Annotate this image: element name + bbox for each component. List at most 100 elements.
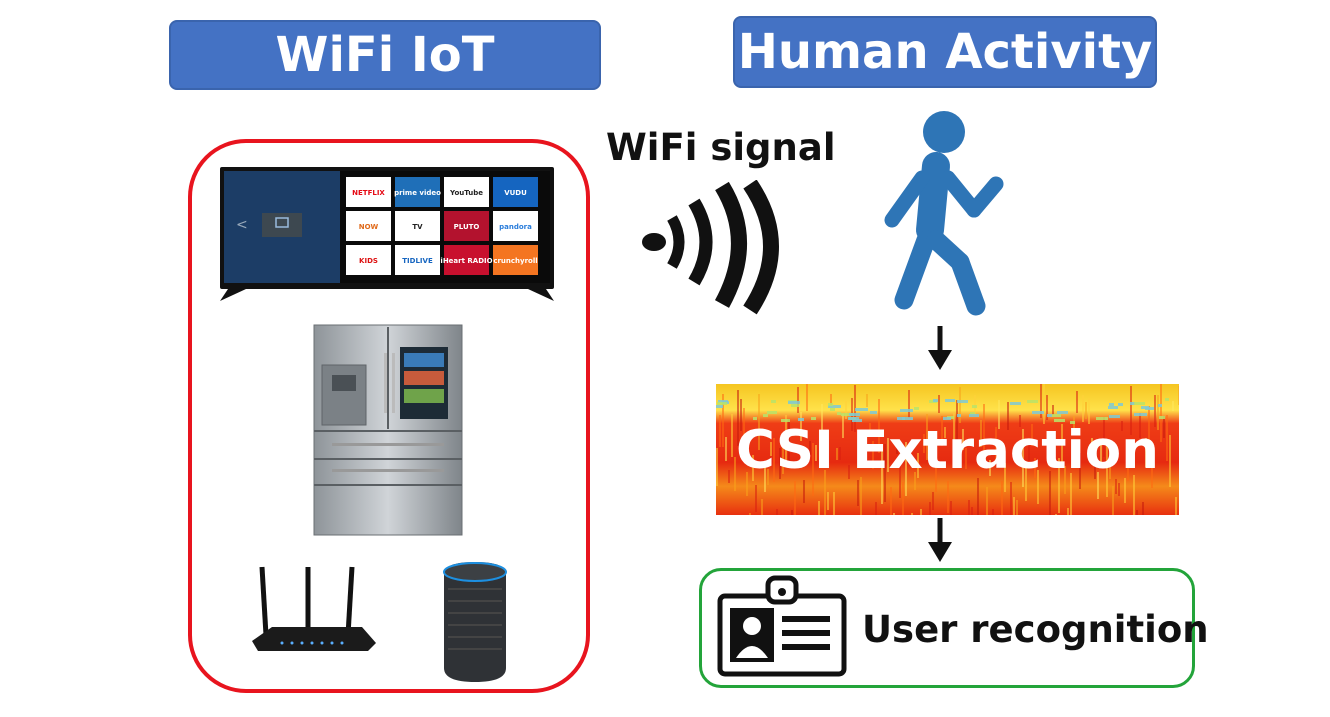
tv-app-label: pandora <box>499 223 532 231</box>
tv-app-label: TIDLIVE <box>402 257 433 265</box>
csi-streak <box>908 390 910 418</box>
csi-streak <box>794 481 796 515</box>
walking-person-icon <box>884 111 1004 316</box>
csi-streak <box>959 387 961 423</box>
csi-streak <box>1067 508 1069 515</box>
csi-streak <box>920 509 922 515</box>
csi-speckle <box>1158 404 1162 407</box>
csi-streak <box>797 387 799 413</box>
csi-streak <box>986 487 988 515</box>
csi-streak <box>833 492 835 515</box>
csi-speckle <box>1027 400 1038 403</box>
csi-streak <box>929 502 931 515</box>
csi-streak <box>1013 497 1015 515</box>
csi-speckle <box>933 399 938 402</box>
csi-streak <box>875 502 877 515</box>
csi-streak <box>932 492 934 510</box>
smart-speaker-image <box>443 562 507 682</box>
csi-speckle <box>830 408 835 411</box>
csi-streak <box>1175 497 1177 515</box>
wifi-signal-label: WiFi signal <box>606 126 836 169</box>
csi-speckle <box>855 408 868 411</box>
csi-speckle <box>1010 402 1021 405</box>
csi-speckle <box>1109 403 1114 406</box>
csi-streak <box>911 513 913 515</box>
csi-streak <box>890 487 892 515</box>
tv-app-label: PLUTO <box>454 223 480 231</box>
csi-streak <box>1178 386 1179 405</box>
tv-app-label: YouTube <box>449 189 483 197</box>
csi-streak <box>992 509 994 515</box>
csi-extraction-label: CSI Extraction <box>736 420 1159 481</box>
wifi-router-image <box>252 566 376 651</box>
tv-app-label: crunchyroll <box>493 257 537 265</box>
smart-tv-image: < NETFLIX prime video YouTube VUDU NOW TV PLUT… <box>220 167 554 301</box>
csi-streak <box>947 481 949 513</box>
csi-streak <box>893 513 895 515</box>
csi-streak <box>1010 482 1012 515</box>
csi-streak <box>761 499 763 515</box>
csi-speckle <box>1159 416 1165 419</box>
csi-streak <box>1136 510 1138 515</box>
csi-streak <box>866 394 868 407</box>
devices-title: WiFi IoT Devices <box>169 20 601 149</box>
id-badge-icon <box>717 575 847 677</box>
tv-app-label: VUDU <box>504 189 527 197</box>
csi-speckle <box>1109 415 1120 418</box>
wifi-signal-icon <box>642 180 779 315</box>
csi-speckle <box>788 401 800 404</box>
user-recognition-label: User recognition <box>862 608 1209 651</box>
csi-speckle <box>763 414 768 417</box>
csi-speckle <box>945 399 955 402</box>
csi-speckle <box>837 412 841 415</box>
csi-speckle <box>914 407 919 410</box>
tv-app-label: NOW <box>359 223 379 231</box>
smart-fridge-image <box>313 324 463 536</box>
csi-streak <box>860 477 862 515</box>
csi-speckle <box>969 414 979 417</box>
csi-streak <box>1085 402 1087 419</box>
tv-app-label: TV <box>412 223 423 231</box>
csi-speckle <box>771 400 776 403</box>
csi-speckle <box>870 411 877 414</box>
csi-speckle <box>1057 411 1068 414</box>
csi-streak <box>1043 384 1045 424</box>
csi-speckle <box>1032 411 1044 414</box>
csi-speckle <box>1108 406 1118 409</box>
csi-speckle <box>1118 403 1123 406</box>
csi-streak <box>1076 391 1078 413</box>
csi-streak <box>1124 478 1126 503</box>
csi-streak <box>845 401 847 419</box>
csi-streak <box>971 507 973 515</box>
csi-streak <box>1118 483 1120 496</box>
tv-app-label: iHeart RADIO <box>440 257 492 265</box>
csi-streak <box>806 384 808 411</box>
csi-streak <box>1133 475 1135 515</box>
csi-speckle <box>900 409 913 412</box>
activity-title: Human Activity <box>733 16 1157 88</box>
csi-speckle <box>1134 402 1145 405</box>
csi-speckle <box>957 414 961 417</box>
csi-streak <box>1112 486 1114 515</box>
csi-speckle <box>791 404 799 407</box>
tv-app-label: KIDS <box>359 257 378 265</box>
csi-streak <box>1142 502 1144 515</box>
csi-streak <box>818 501 820 515</box>
csi-speckle <box>1047 414 1052 417</box>
csi-streak <box>749 513 751 515</box>
csi-streak <box>1055 514 1057 515</box>
tv-app-label: NETFLIX <box>352 189 385 197</box>
csi-streak <box>1172 401 1174 411</box>
csi-streak <box>950 501 952 515</box>
csi-streak <box>1082 395 1084 422</box>
csi-streak <box>827 492 829 510</box>
csi-streak <box>1001 481 1003 515</box>
svg-text:<: < <box>236 217 248 233</box>
csi-speckle <box>1134 413 1147 416</box>
csi-speckle <box>1052 414 1061 417</box>
tv-app-label: prime video <box>394 189 441 197</box>
csi-speckle <box>957 400 968 403</box>
csi-streak <box>791 510 793 515</box>
csi-speckle <box>1165 398 1169 401</box>
csi-speckle <box>828 403 833 406</box>
